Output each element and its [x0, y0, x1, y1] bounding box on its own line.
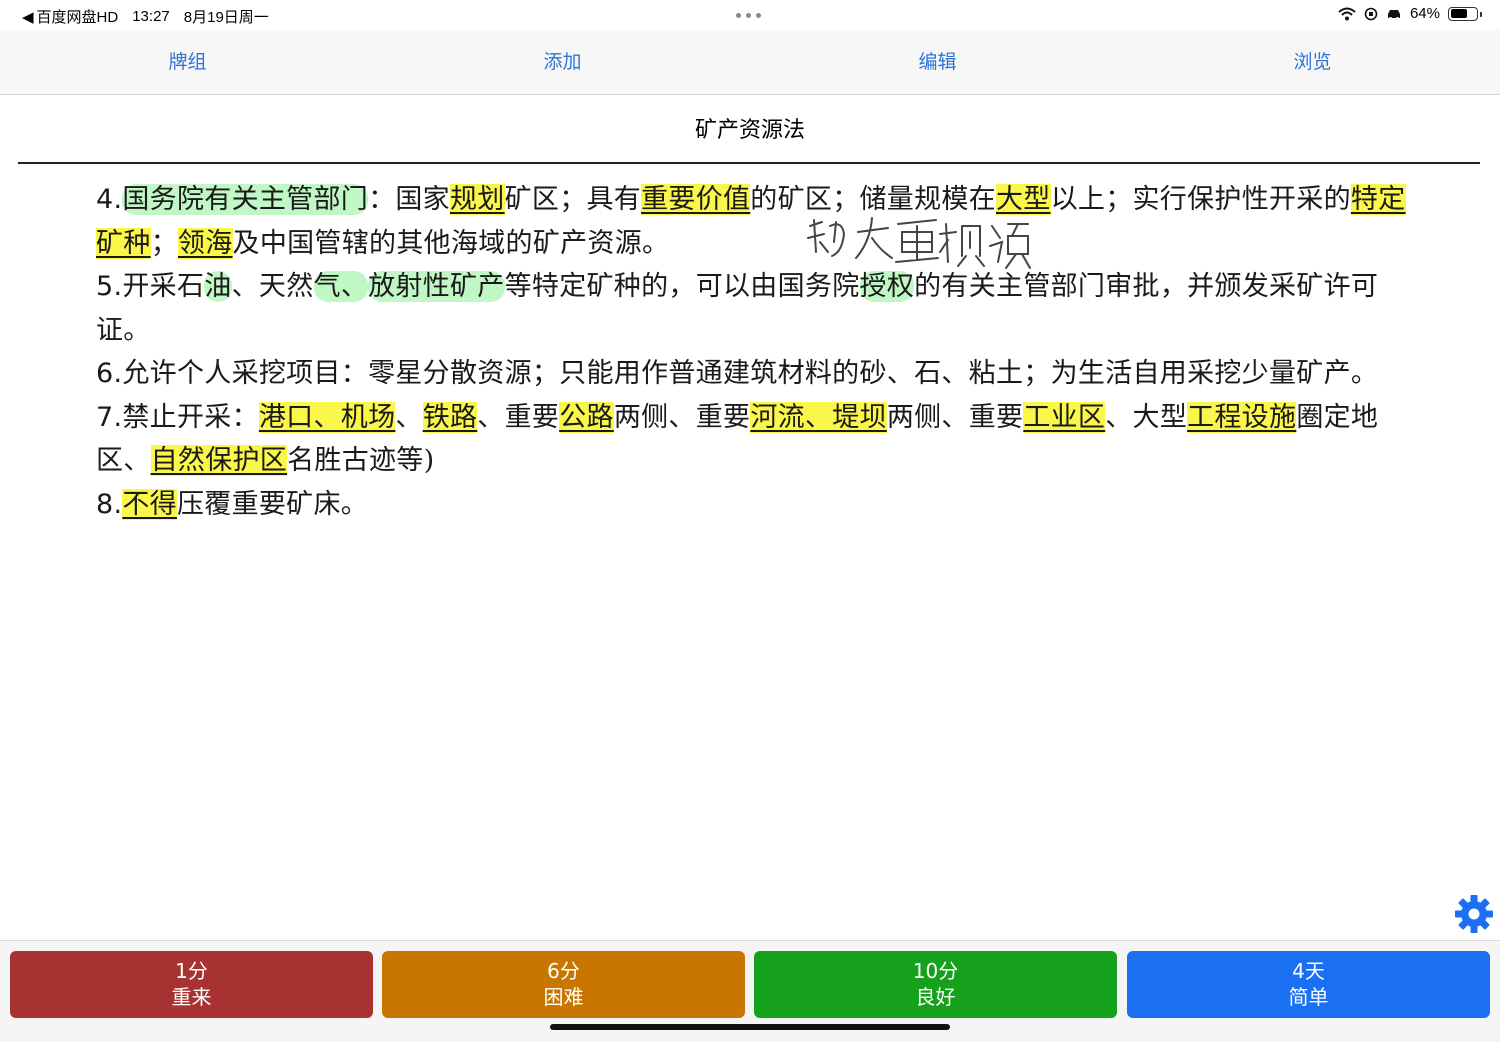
- note-text: 等特定矿种的，可以由国务院: [504, 271, 860, 302]
- note-text: 、重要: [477, 401, 560, 433]
- note-item: 6.允许个人采挖项目：零星分散资源；只能用作普通建筑材料的砂、石、粘土；为生活自…: [96, 352, 1416, 396]
- back-to-app-link[interactable]: ◀ 百度网盘HD: [22, 6, 118, 27]
- wifi-icon: [1338, 7, 1356, 20]
- item-number: 8.: [96, 488, 123, 520]
- note-text: 、大型: [1105, 401, 1188, 433]
- item-number: 7.: [96, 401, 123, 433]
- hard-button[interactable]: 6分 困难: [382, 951, 745, 1018]
- status-date: 8月19日周一: [183, 9, 269, 26]
- battery-percent: 64%: [1409, 5, 1440, 22]
- yellow-highlight: 重要价值: [641, 184, 751, 215]
- note-text: 禁止开采：: [122, 401, 259, 433]
- yellow-highlight: 不得: [122, 488, 177, 520]
- back-app-name: 百度网盘HD: [36, 9, 119, 26]
- hard-label: 困难: [543, 985, 584, 1009]
- handwritten-annotation: [807, 217, 1031, 269]
- again-label: 重来: [171, 985, 212, 1009]
- good-label: 良好: [915, 985, 956, 1009]
- top-navigation: 牌组 添加 编辑 浏览: [0, 30, 1500, 95]
- note-text: 的矿区；储量规模在: [750, 184, 996, 215]
- yellow-highlight: 领海: [177, 227, 233, 259]
- note-text: 两侧、重要: [613, 401, 751, 433]
- note-text: 允许个人采挖项目：零星分散资源；只能用作普通建筑材料的砂、石、粘土；为生活自用采…: [122, 358, 1379, 389]
- tab-add[interactable]: 添加: [375, 30, 750, 94]
- status-bar: ◀ 百度网盘HD 13:27 8月19日周一 64%: [0, 0, 1500, 30]
- good-button[interactable]: 10分 良好: [754, 951, 1117, 1018]
- item-number: 6.: [96, 358, 123, 389]
- yellow-highlight: 河流、堤坝: [750, 401, 887, 433]
- yellow-highlight: 规划: [449, 184, 505, 215]
- yellow-highlight: 公路: [559, 401, 614, 433]
- tab-decks[interactable]: 牌组: [0, 30, 375, 94]
- note-text: 及中国管辖的其他海域的矿产资源。: [232, 227, 670, 259]
- easy-button[interactable]: 4天 简单: [1127, 951, 1490, 1018]
- title-divider: [18, 162, 1480, 164]
- green-highlight: 气、: [313, 271, 369, 302]
- yellow-highlight: 铁路: [422, 401, 478, 433]
- yellow-highlight: 工业区: [1023, 401, 1106, 433]
- yellow-highlight: 港口、机场: [258, 401, 396, 433]
- yellow-highlight: 大型: [996, 184, 1051, 215]
- note-item: 4.国务院有关主管部门：国家规划矿区；具有重要价值的矿区；储量规模在大型以上；实…: [96, 178, 1416, 265]
- status-time: 13:27: [132, 8, 170, 25]
- again-button[interactable]: 1分 重来: [10, 951, 373, 1018]
- car-icon: [1387, 9, 1400, 20]
- note-text: 名胜古迹等): [287, 445, 435, 476]
- note-text: 压覆重要矿床。: [176, 488, 369, 520]
- green-highlight: 授权: [859, 271, 915, 302]
- item-number: 5.: [96, 271, 123, 302]
- note-text: ：国家: [368, 184, 450, 215]
- note-text: ；: [150, 227, 178, 259]
- hard-interval: 6分: [547, 959, 580, 983]
- note-item: 5.开采石油、天然气、放射性矿产等特定矿种的，可以由国务院授权的有关主管部门审批…: [96, 265, 1416, 352]
- note-text: 以上；实行保护性开采的: [1050, 184, 1351, 215]
- yellow-highlight: 工程设施: [1187, 401, 1297, 433]
- cut-off-line: [96, 572, 456, 578]
- item-number: 4.: [96, 184, 123, 215]
- back-arrow-icon: ◀: [22, 8, 34, 26]
- note-text: 两侧、重要: [886, 401, 1024, 433]
- orientation-lock-icon: [1364, 7, 1378, 20]
- tab-edit[interactable]: 编辑: [750, 30, 1125, 94]
- good-interval: 10分: [912, 959, 959, 983]
- note-text: 矿区；具有: [504, 184, 642, 215]
- yellow-highlight: 自然保护区: [150, 445, 288, 476]
- easy-label: 简单: [1288, 985, 1329, 1009]
- easy-interval: 4天: [1292, 959, 1325, 983]
- note-text: 、天然: [231, 271, 314, 302]
- note-item: 8.不得压覆重要矿床。: [96, 483, 1416, 527]
- note-item: 7.禁止开采：港口、机场、铁路、重要公路两侧、重要河流、堤坝两侧、重要工业区、大…: [96, 396, 1416, 483]
- gear-icon[interactable]: [1453, 893, 1495, 935]
- again-interval: 1分: [175, 959, 208, 983]
- tab-browse[interactable]: 浏览: [1125, 30, 1500, 94]
- note-text: 、: [395, 401, 423, 433]
- green-highlight: 油: [204, 271, 232, 302]
- multitasking-dots-icon[interactable]: [736, 13, 761, 18]
- card-answer-note: 4.国务院有关主管部门：国家规划矿区；具有重要价值的矿区；储量规模在大型以上；实…: [96, 178, 1416, 578]
- green-highlight: 放射性矿产: [368, 271, 505, 302]
- battery-icon: [1448, 6, 1482, 21]
- note-text: 开采石: [122, 271, 205, 302]
- card-title: 矿产资源法: [694, 118, 805, 143]
- home-indicator[interactable]: [550, 1024, 950, 1030]
- green-highlight: 国务院有关主管部门: [122, 184, 369, 215]
